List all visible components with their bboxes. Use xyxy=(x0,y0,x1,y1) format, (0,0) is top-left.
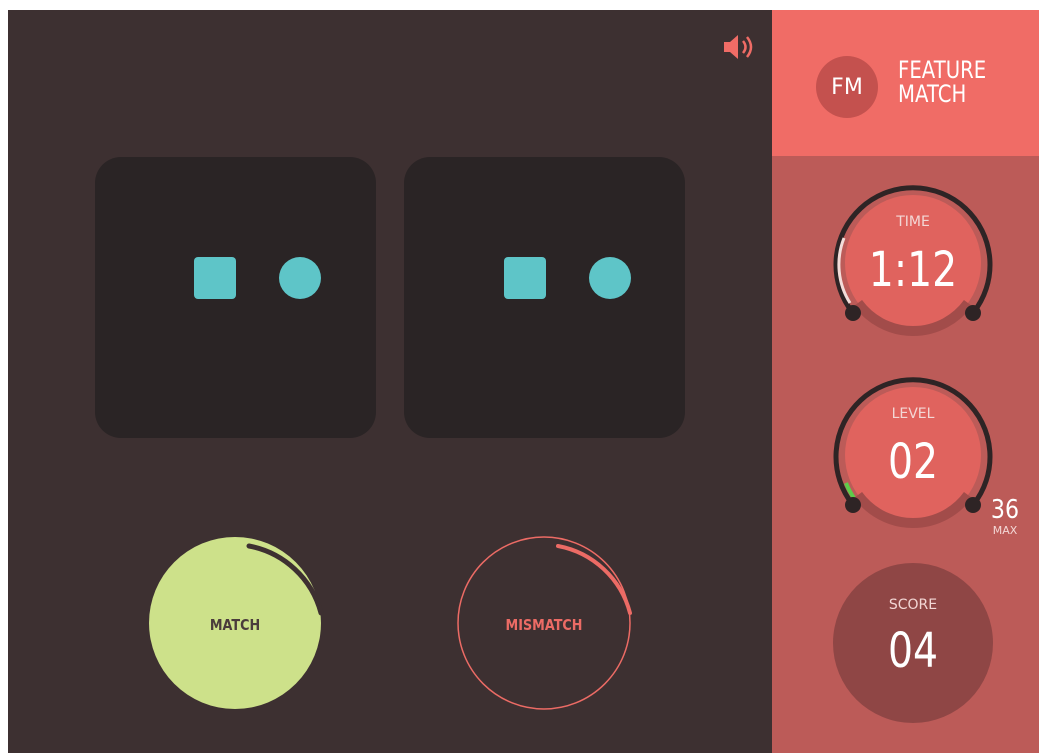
mismatch-label: MISMATCH xyxy=(505,616,583,634)
match-label: MATCH xyxy=(209,616,261,634)
time-label: TIME xyxy=(896,214,930,230)
brand-header: FM FEATURE MATCH xyxy=(772,10,1039,156)
sidebar: FM FEATURE MATCH TIME 1:12 LEVEL 02 36 M… xyxy=(772,10,1039,753)
score-label: SCORE xyxy=(888,597,938,613)
speaker-volume-icon[interactable] xyxy=(720,32,760,62)
mismatch-button[interactable]: MISMATCH xyxy=(454,535,634,715)
time-dial: TIME 1:12 xyxy=(828,178,998,348)
level-max-value: 36 xyxy=(990,495,1020,525)
square-shape xyxy=(194,257,236,299)
circle-shape xyxy=(589,257,631,299)
level-label: LEVEL xyxy=(891,406,935,422)
score-value: 04 xyxy=(887,623,939,679)
game-area: MATCH MISMATCH xyxy=(8,10,772,753)
time-value: 1:12 xyxy=(868,242,958,298)
circle-shape xyxy=(279,257,321,299)
level-max: 36 MAX xyxy=(980,496,1030,537)
right-card xyxy=(404,157,685,438)
brand-title-line2: MATCH xyxy=(898,80,967,108)
level-dial: LEVEL 02 xyxy=(828,370,998,540)
square-shape xyxy=(504,257,546,299)
left-card xyxy=(95,157,376,438)
level-max-label: MAX xyxy=(992,524,1018,537)
brand-logo: FM xyxy=(816,56,878,118)
brand-title-line1: FEATURE xyxy=(898,56,987,84)
brand-title: FEATURE MATCH xyxy=(898,58,1005,106)
match-button[interactable]: MATCH xyxy=(145,535,325,715)
level-value: 02 xyxy=(887,434,939,490)
score-badge: SCORE 04 xyxy=(833,563,993,723)
